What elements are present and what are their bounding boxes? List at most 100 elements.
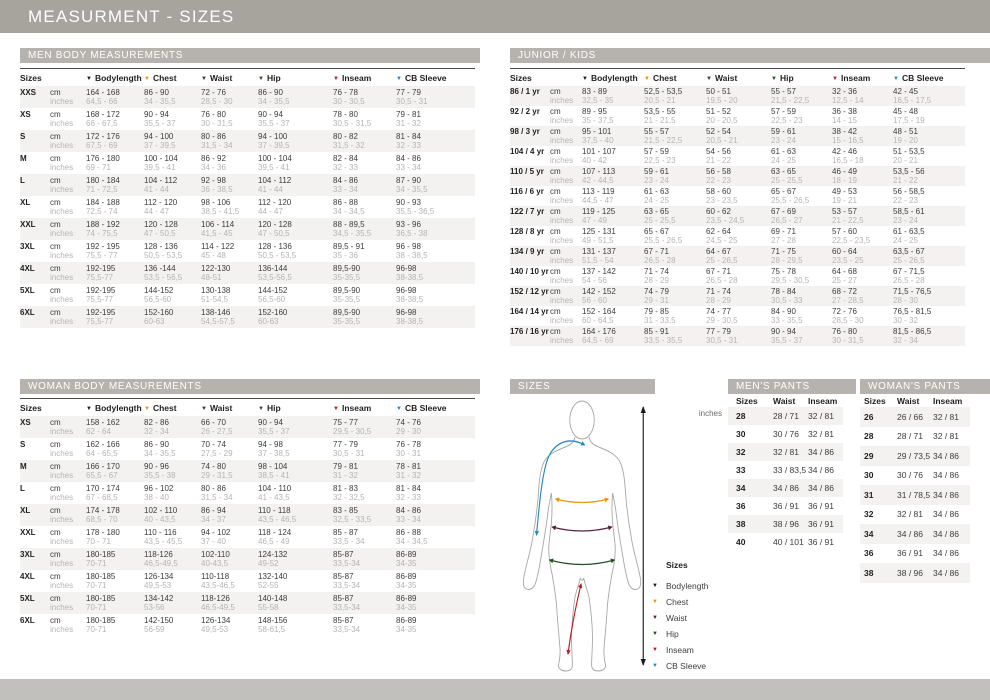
measure-cell: 62 - 6424,5 - 25	[706, 226, 771, 246]
size-row: 98 / 3 yrcminches95 - 10137,5 - 4055 - 5…	[510, 126, 965, 146]
measure-cell: 100 - 10439,5 - 41	[258, 152, 333, 174]
unit-labels: cminches	[50, 570, 86, 592]
measure-cell: 65 - 6725,5 - 26,5	[771, 186, 832, 206]
pants-column-header: Inseam	[933, 396, 968, 406]
unit-labels: cminches	[550, 166, 582, 186]
pants-size: 29	[860, 451, 897, 461]
unit-labels: cminches	[550, 206, 582, 226]
size-label: S	[20, 438, 50, 460]
hip-arrow-icon: ▼	[258, 406, 264, 412]
column-header-hip: ▼Hip	[258, 69, 333, 87]
pants-value: 34 / 86	[773, 483, 808, 493]
pants-row: 3131 / 78,534 / 86	[860, 485, 970, 505]
column-header-chest: ▼Chest	[644, 69, 706, 87]
measure-cell: 96-9838-38,5	[396, 306, 475, 328]
cb-sleeve-arrow-icon: ▼	[893, 76, 899, 82]
measure-cell: 66 - 7026 - 27,5	[201, 416, 258, 438]
measure-cell: 94 - 10237 - 40	[201, 526, 258, 548]
measure-cell: 93 - 9636,5 - 38	[396, 218, 475, 240]
measure-cell: 170 - 17467 - 68,5	[86, 482, 144, 504]
bodylength-arrow-icon: ▼	[86, 406, 92, 412]
size-row: XXLcminches188 - 19274 - 75,5120 - 12847…	[20, 218, 475, 240]
measure-cell: 72 - 7628,5 - 30	[832, 306, 893, 326]
measure-cell: 86-8934-35	[396, 592, 475, 614]
measure-cell: 81 - 8432 - 33	[396, 482, 475, 504]
measure-cell: 87 - 9034 - 35,5	[396, 174, 475, 196]
pants-value: 36 / 91	[897, 548, 933, 558]
measure-cell: 48 - 5119 - 20	[893, 126, 965, 146]
pants-value: 33 / 83,5	[773, 465, 808, 475]
measure-cell: 65 - 6725,5 - 26,5	[644, 226, 706, 246]
inseam-arrow-icon: ▼	[333, 76, 339, 82]
size-label: XL	[20, 504, 50, 526]
unit-labels: cminches	[50, 130, 86, 152]
pants-size: 30	[860, 470, 897, 480]
bodylength-arrow-icon: ▼	[582, 76, 588, 82]
measure-cell: 110-11843,5-46,5	[201, 570, 258, 592]
measure-cell: 188 - 19274 - 75,5	[86, 218, 144, 240]
measure-cell: 89,5 - 9135 - 36	[333, 240, 396, 262]
measure-cell: 53,5 - 5621 - 22	[893, 166, 965, 186]
size-label: 3XL	[20, 240, 50, 262]
size-row: 4XLcminches192-19575,5-77136 -14453,5 - …	[20, 262, 475, 284]
measure-cell: 90 - 9335,5 - 36,5	[396, 196, 475, 218]
measure-cell: 42 - 4516,5 - 17,5	[893, 86, 965, 106]
pants-value: 30 / 76	[773, 429, 808, 439]
pants-row: 3434 / 8634 / 86	[728, 479, 843, 497]
measure-cell: 140-14855-58	[258, 592, 333, 614]
pants-value: 36 / 91	[808, 501, 843, 511]
size-row: XScminches168 - 17266 - 67,590 - 9435,5 …	[20, 108, 475, 130]
pants-value: 34 / 86	[933, 529, 968, 539]
measure-cell: 138-14654,5-57,5	[201, 306, 258, 328]
measure-cell: 56 - 58,522 - 23	[893, 186, 965, 206]
section-title-junior: JUNIOR / KIDS	[518, 50, 596, 61]
size-row: 140 / 10 yrcminches137 - 14254 - 5671 - …	[510, 266, 965, 286]
measure-cell: 86 - 8834 - 34,5	[333, 196, 396, 218]
measure-cell: 90 - 9435,5 - 37	[144, 108, 201, 130]
size-label: XS	[20, 108, 50, 130]
legend-title: Sizes	[666, 560, 709, 570]
measure-cell: 77 - 7930,5 - 31	[396, 86, 475, 108]
measure-cell: 119 - 12547 - 49	[582, 206, 644, 226]
measure-cell: 69 - 7127 - 28	[771, 226, 832, 246]
hip-arrow-icon: ▼	[771, 76, 777, 82]
measure-cell: 102-11040-43,5	[201, 548, 258, 570]
measure-cell: 76 - 7830 - 30,5	[333, 86, 396, 108]
measure-cell: 148-15658-61,5	[258, 614, 333, 636]
measure-cell: 124-13249-52	[258, 548, 333, 570]
measure-cell: 58,5 - 6123 - 24	[893, 206, 965, 226]
unit-labels: cminches	[50, 482, 86, 504]
measure-cell: 54 - 5621 - 22	[706, 146, 771, 166]
measure-cell: 114 - 12245 - 48	[201, 240, 258, 262]
measure-cell: 57 - 5922,5 - 23	[771, 106, 832, 126]
measure-cell: 58 - 6023 - 23,5	[706, 186, 771, 206]
size-label: M	[20, 460, 50, 482]
measure-cell: 89 - 9535 - 37,5	[582, 106, 644, 126]
size-row: XXScminches164 - 16864,5 - 6686 - 9034 -…	[20, 86, 475, 108]
measure-cell: 59 - 6123 - 24	[644, 166, 706, 186]
pants-row: 3030 / 7634 / 86	[860, 466, 970, 486]
pants-row: 3838 / 9634 / 86	[860, 563, 970, 583]
pants-value: 34 / 86	[808, 465, 843, 475]
measure-cell: 152 - 16460 - 64,5	[582, 306, 644, 326]
measure-cell: 79 - 8131 - 32	[396, 108, 475, 130]
unit-labels: cminches	[550, 226, 582, 246]
measure-cell: 60 - 6423,5 - 25	[832, 246, 893, 266]
body-measurement-diagram	[512, 400, 652, 672]
measure-cell: 71 - 7528 - 29,5	[771, 246, 832, 266]
pants-column-header: Waist	[773, 396, 808, 406]
unit-labels: cminches	[50, 592, 86, 614]
measure-cell: 158 - 16262 - 64	[86, 416, 144, 438]
hip-arrow-icon: ▼	[652, 631, 663, 637]
pants-value: 34 / 86	[933, 470, 968, 480]
size-label: 5XL	[20, 284, 50, 306]
pants-row: 2828 / 7132 / 81	[728, 407, 843, 425]
measure-cell: 77 - 7930,5 - 31	[333, 438, 396, 460]
measure-cell: 90 - 9435,5 - 37	[771, 326, 832, 346]
measure-cell: 118 - 12446,5 - 49	[258, 526, 333, 548]
section-title-sizes-diagram: SIZES	[518, 381, 550, 392]
measure-cell: 84 - 8633 - 34	[333, 174, 396, 196]
bodylength-arrow-icon: ▼	[652, 583, 663, 589]
measure-cell: 78 - 8131 - 32	[396, 460, 475, 482]
section-title-mens-pants: MEN'S PANTS	[736, 381, 810, 392]
